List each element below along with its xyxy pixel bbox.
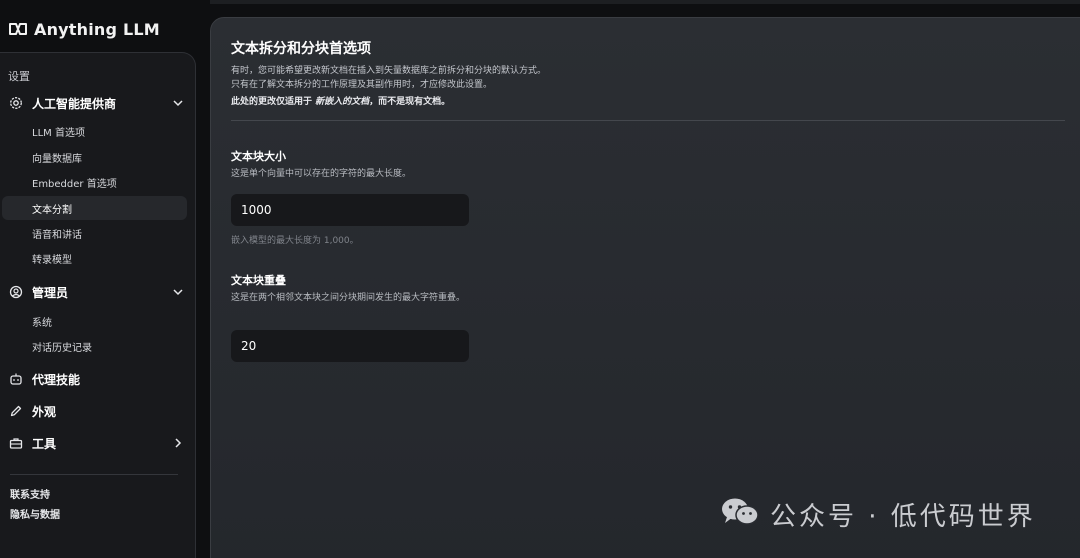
sidebar-group-label: 代理技能 <box>32 372 81 387</box>
chunk-size-input[interactable] <box>231 194 469 226</box>
sidebar-group-label: 外观 <box>32 404 57 419</box>
sidebar-divider <box>10 474 178 475</box>
sidebar-group-ai-providers[interactable]: 人工智能提供商 <box>8 91 184 115</box>
settings-sidebar: 设置 人工智能提供商 LLM 首选项 向量数据库 Embedder 首选项 文本… <box>0 52 196 558</box>
sidebar-group-label: 管理员 <box>32 285 69 300</box>
privacy-data-link[interactable]: 隐私与数据 <box>10 506 60 521</box>
chunk-size-label: 文本块大小 <box>231 150 286 163</box>
page-description-line-1: 有时，您可能希望更改新文档在插入到矢量数据库之前拆分和分块的默认方式。 <box>231 66 547 76</box>
chunk-size-help: 这是单个向量中可以存在的字符的最大长度。 <box>231 169 412 179</box>
note-prefix: 此处的更改仅适用于 <box>231 97 316 107</box>
sidebar-group-tools[interactable]: 工具 <box>8 431 184 455</box>
app-root: Anything LLM 设置 人工智能提供商 LLM 首选项 向量数据库 Em… <box>0 0 1080 558</box>
section-divider <box>231 120 1065 121</box>
sidebar-item-system[interactable]: 系统 <box>2 309 187 333</box>
sidebar-item-embedder-preference[interactable]: Embedder 首选项 <box>2 170 187 194</box>
chevron-down-icon <box>172 286 184 298</box>
wechat-icon <box>720 496 760 532</box>
gear-icon <box>8 95 24 111</box>
sidebar-group-appearance[interactable]: 外观 <box>8 399 184 423</box>
sidebar-section-label: 设置 <box>8 70 30 83</box>
page-title: 文本拆分和分块首选项 <box>231 41 371 57</box>
pen-icon <box>8 403 24 419</box>
sidebar-item-voice-speech[interactable]: 语音和讲话 <box>2 221 187 245</box>
chunk-size-max-hint: 嵌入模型的最大长度为 1,000。 <box>231 236 359 246</box>
note-emphasis: 新嵌入的文档 <box>315 97 370 107</box>
chunk-overlap-label: 文本块重叠 <box>231 274 286 287</box>
page-description-line-2: 只有在了解文本拆分的工作原理及其副作用时，才应修改此设置。 <box>231 80 493 90</box>
sidebar-group-agent-skills[interactable]: 代理技能 <box>8 367 184 391</box>
sidebar-item-text-splitting[interactable]: 文本分割 <box>2 196 187 220</box>
sidebar-item-transcription-model[interactable]: 转录模型 <box>2 246 187 270</box>
chevron-right-icon <box>172 437 184 449</box>
wechat-watermark: 公众号 · 低代码世界 <box>720 496 1036 532</box>
toolbox-icon <box>8 435 24 451</box>
page-description-note: 此处的更改仅适用于 新嵌入的文档，而不是现有文档。 <box>231 94 450 107</box>
anything-llm-logo-icon <box>8 22 28 36</box>
sidebar-group-label: 工具 <box>32 436 57 451</box>
chevron-down-icon <box>172 97 184 109</box>
watermark-text: 公众号 · 低代码世界 <box>770 501 1036 532</box>
sidebar-item-llm-preference[interactable]: LLM 首选项 <box>2 119 187 143</box>
chunk-overlap-input[interactable] <box>231 330 469 362</box>
sidebar-item-chat-history[interactable]: 对话历史记录 <box>2 334 187 358</box>
contact-support-link[interactable]: 联系支持 <box>10 486 50 501</box>
robot-icon <box>8 371 24 387</box>
note-suffix: ，而不是现有文档。 <box>369 97 451 107</box>
top-edge <box>210 0 1080 4</box>
sidebar-group-admin[interactable]: 管理员 <box>8 280 184 304</box>
sidebar-item-vector-database[interactable]: 向量数据库 <box>2 145 187 169</box>
chunk-overlap-help: 这是在两个相邻文本块之间分块期间发生的最大字符重叠。 <box>231 293 466 303</box>
app-logo[interactable]: Anything LLM <box>8 18 160 40</box>
admin-icon <box>8 284 24 300</box>
text-splitting-settings-panel: 文本拆分和分块首选项 有时，您可能希望更改新文档在插入到矢量数据库之前拆分和分块… <box>210 17 1080 558</box>
sidebar-group-label: 人工智能提供商 <box>32 96 117 111</box>
app-logo-text: Anything LLM <box>34 19 160 39</box>
